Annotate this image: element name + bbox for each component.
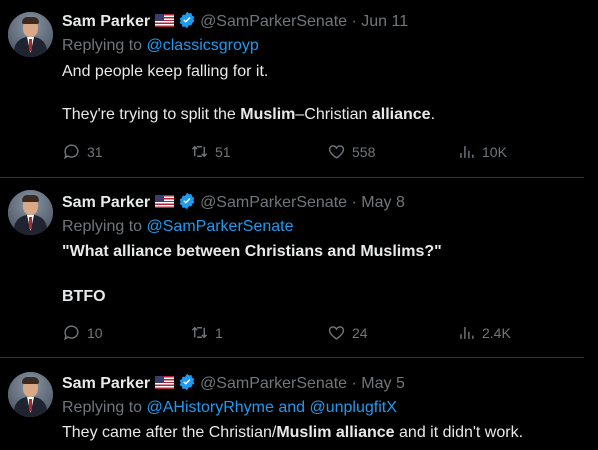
reply-icon — [64, 144, 79, 160]
author-name[interactable]: Sam Parker — [62, 375, 150, 392]
replying-prefix: Replying to — [62, 218, 147, 235]
tweet-text-line: "What alliance between Christians and Mu… — [62, 243, 442, 260]
mention-link[interactable]: @unplugfitX — [309, 399, 396, 416]
tweet-date[interactable]: Jun 11 — [361, 13, 408, 30]
mention-link[interactable]: @AHistoryRhyme — [147, 399, 274, 416]
text-part: . — [430, 106, 436, 123]
repost-count: 1 — [215, 324, 223, 341]
verified-badge-icon[interactable] — [178, 192, 196, 210]
avatar[interactable] — [8, 190, 53, 235]
us-flag-icon — [155, 376, 175, 389]
text-part: –Christian — [295, 106, 372, 123]
views-button[interactable]: 10K — [457, 142, 507, 161]
like-count: 24 — [352, 324, 368, 341]
dot-separator: · — [351, 13, 357, 30]
views-button[interactable]: 2.4K — [457, 323, 511, 342]
text-bold: Muslim — [240, 106, 296, 123]
replying-prefix: Replying to — [62, 37, 147, 54]
verified-badge-icon[interactable] — [178, 11, 196, 29]
us-flag-icon — [155, 14, 175, 27]
like-button[interactable]: 24 — [327, 323, 368, 342]
reply-count: 10 — [87, 324, 103, 341]
avatar[interactable] — [8, 12, 53, 57]
reply-button[interactable]: 10 — [62, 323, 103, 342]
reply-button[interactable]: 31 — [62, 142, 103, 161]
tweet-2[interactable]: Sam Parker @SamParkerSenate · May 8 Reply… — [0, 178, 598, 358]
replying-to: Replying to @SamParkerSenate — [62, 218, 293, 236]
tweet-text-line: They're trying to split the Muslim–Chris… — [62, 106, 435, 124]
text-part: They're trying to split the — [62, 106, 241, 123]
author-handle[interactable]: @SamParkerSenate — [200, 375, 347, 392]
author-name[interactable]: Sam Parker — [62, 13, 150, 30]
us-flag-icon — [155, 195, 175, 208]
heart-icon — [328, 326, 345, 340]
text-part: and it didn't work. — [394, 424, 524, 441]
dot-separator: · — [351, 194, 357, 211]
mention-link[interactable]: @classicsgroyp — [147, 37, 259, 54]
replying-prefix: Replying to — [62, 399, 147, 416]
replying-to: Replying to @classicsgroyp — [62, 37, 259, 55]
reply-count: 31 — [87, 143, 103, 160]
author-name[interactable]: Sam Parker — [62, 194, 150, 211]
tweet-actions: 10 1 24 2.4K — [62, 323, 542, 343]
views-icon — [460, 326, 474, 339]
dot-separator: · — [351, 375, 357, 392]
repost-button[interactable]: 51 — [190, 142, 231, 161]
tweet-date[interactable]: May 5 — [361, 375, 405, 392]
mention-and: and — [273, 399, 310, 416]
like-count: 558 — [352, 143, 376, 160]
mention-link[interactable]: @SamParkerSenate — [147, 218, 294, 235]
tweet-1[interactable]: Sam Parker @SamParkerSenate · Jun 11 Repl… — [0, 0, 598, 178]
tweet-actions: 31 51 558 10K — [62, 142, 542, 162]
author-handle[interactable]: @SamParkerSenate — [200, 194, 347, 211]
replying-to: Replying to @AHistoryRhyme and @unplugfi… — [62, 399, 397, 417]
tweet-3[interactable]: Sam Parker @SamParkerSenate · May 5 Reply… — [0, 358, 598, 450]
tweet-text-line: And people keep falling for it. — [62, 63, 269, 80]
tweet-date[interactable]: May 8 — [361, 194, 405, 211]
tweet-text-line: They came after the Christian/Muslim all… — [62, 424, 523, 442]
text-bold: alliance — [371, 106, 431, 123]
repost-button[interactable]: 1 — [190, 323, 223, 342]
repost-icon — [191, 326, 208, 339]
repost-count: 51 — [215, 143, 231, 160]
view-count: 10K — [482, 143, 507, 160]
tweet-text-line: BTFO — [62, 288, 106, 305]
text-bold: Muslim alliance — [276, 424, 395, 441]
text-part: They came after the Christian/ — [62, 424, 277, 441]
verified-badge-icon[interactable] — [178, 373, 196, 391]
repost-icon — [191, 145, 208, 158]
avatar[interactable] — [8, 372, 53, 417]
heart-icon — [328, 145, 345, 159]
like-button[interactable]: 558 — [327, 142, 375, 161]
author-handle[interactable]: @SamParkerSenate — [200, 13, 347, 30]
view-count: 2.4K — [482, 324, 511, 341]
reply-icon — [64, 325, 79, 341]
views-icon — [460, 145, 474, 158]
